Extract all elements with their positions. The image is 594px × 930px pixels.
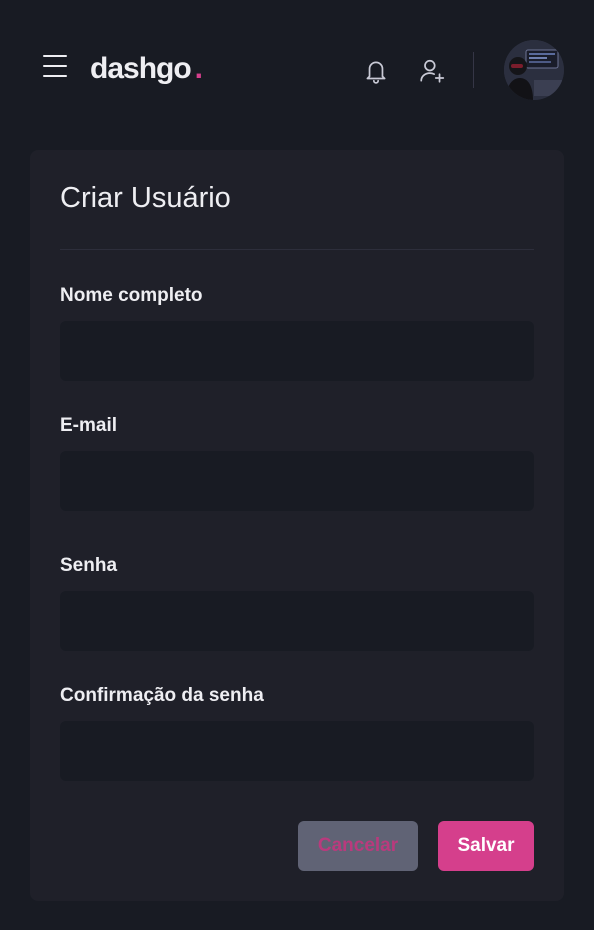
save-button[interactable]: Salvar	[438, 821, 534, 871]
password-input[interactable]	[60, 591, 534, 651]
user-add-icon[interactable]	[418, 57, 446, 85]
header-divider	[473, 52, 474, 88]
password-confirmation-input[interactable]	[60, 721, 534, 781]
email-label: E-mail	[60, 415, 118, 436]
bell-icon[interactable]	[362, 57, 390, 85]
password-confirmation-label: Confirmação da senha	[60, 685, 264, 706]
logo-dot: .	[194, 52, 203, 85]
title-divider	[60, 249, 534, 250]
cancel-button[interactable]: Cancelar	[298, 821, 418, 871]
menu-icon[interactable]	[43, 55, 67, 77]
create-user-card: Criar Usuário Nome completo E-mail Senha…	[30, 150, 564, 901]
logo-text: dashgo	[90, 52, 192, 85]
avatar[interactable]	[504, 40, 564, 100]
page-title: Criar Usuário	[60, 182, 231, 214]
top-header: dashgo.	[0, 0, 594, 140]
logo: dashgo.	[90, 52, 203, 86]
full-name-input[interactable]	[60, 321, 534, 381]
password-label: Senha	[60, 555, 118, 576]
full-name-label: Nome completo	[60, 285, 203, 306]
email-input[interactable]	[60, 451, 534, 511]
